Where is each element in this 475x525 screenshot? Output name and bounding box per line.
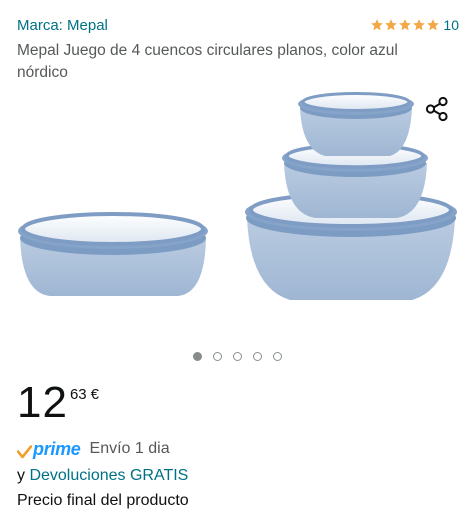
carousel-dot[interactable]	[273, 352, 282, 361]
product-image[interactable]	[0, 88, 475, 338]
price: 12 63 €	[17, 378, 99, 428]
star-icon	[385, 19, 398, 31]
prime-logo: prime	[17, 439, 81, 459]
returns-prefix: y	[17, 467, 30, 484]
price-whole: 12	[17, 378, 68, 427]
bowls-image	[18, 92, 457, 300]
star-icon	[427, 19, 440, 31]
returns-info: y Devoluciones GRATIS	[17, 465, 188, 487]
returns-link[interactable]: Devoluciones GRATIS	[29, 467, 188, 484]
prime-label: prime	[33, 439, 81, 459]
star-icon	[399, 19, 412, 31]
share-icon[interactable]	[423, 95, 451, 123]
delivery-info: prime Envío 1 dia	[17, 438, 170, 460]
price-fraction: 63	[69, 386, 87, 403]
price-currency: €	[90, 386, 99, 403]
carousel-dot[interactable]	[253, 352, 262, 361]
product-title: Mepal Juego de 4 cuencos circulares plan…	[17, 42, 398, 81]
bowl-left	[18, 212, 208, 296]
brand-link[interactable]: Marca: Mepal	[17, 16, 108, 36]
star-icon	[413, 19, 426, 31]
star-icon	[371, 19, 384, 31]
rating[interactable]: 10	[370, 17, 459, 33]
carousel-dot[interactable]	[233, 352, 242, 361]
carousel-dot[interactable]	[193, 352, 202, 361]
prime-check-icon	[17, 445, 32, 459]
bowl-small	[298, 92, 414, 156]
image-carousel-indicator[interactable]	[0, 352, 475, 361]
rating-count[interactable]: 10	[443, 17, 459, 33]
carousel-dot[interactable]	[213, 352, 222, 361]
delivery-text: Envío 1 dia	[89, 440, 170, 457]
star-rating	[370, 18, 440, 32]
final-price-note: Precio final del producto	[17, 492, 189, 509]
